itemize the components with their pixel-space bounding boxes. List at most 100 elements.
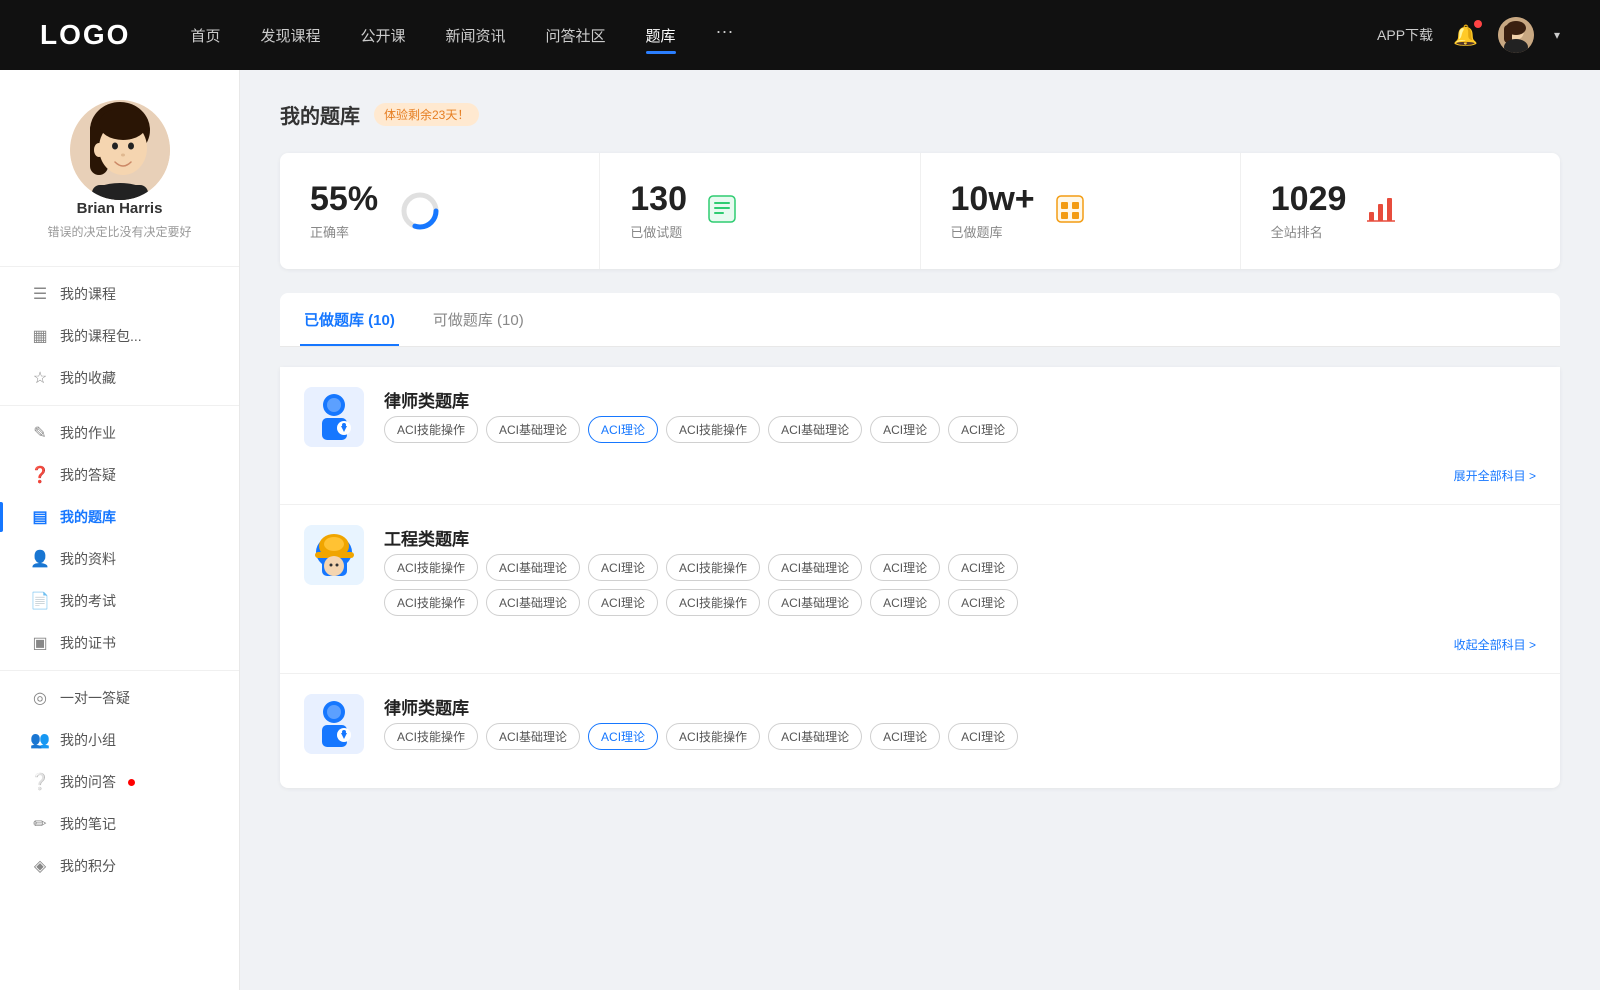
tag-5[interactable]: ACI理论 [870, 416, 940, 443]
sidebar-item-favorites[interactable]: ☆ 我的收藏 [0, 357, 239, 399]
sidebar: Brian Harris 错误的决定比没有决定要好 ☰ 我的课程 ▦ 我的课程包… [0, 70, 240, 990]
courses-icon: ☰ [30, 284, 50, 304]
page-header: 我的题库 体验剩余23天！ [280, 100, 1560, 129]
eng-tag-r2-5[interactable]: ACI理论 [870, 589, 940, 616]
sidebar-item-courses[interactable]: ☰ 我的课程 [0, 273, 239, 315]
qbank-section: 已做题库 (10) 可做题库 (10) [280, 293, 1560, 788]
nav-discover[interactable]: 发现课程 [260, 21, 320, 50]
eng-tag-0[interactable]: ACI技能操作 [384, 554, 478, 581]
tag-6[interactable]: ACI理论 [948, 416, 1018, 443]
eng-tag-1[interactable]: ACI基础理论 [486, 554, 580, 581]
sidebar-item-my-qa[interactable]: ❔ 我的问答 [0, 761, 239, 803]
eng-tag-r2-4[interactable]: ACI基础理论 [768, 589, 862, 616]
law2-tag-0[interactable]: ACI技能操作 [384, 723, 478, 750]
app-download-button[interactable]: APP下载 [1377, 25, 1433, 45]
notification-dot [1474, 20, 1482, 28]
sidebar-item-exam[interactable]: 📄 我的考试 [0, 580, 239, 622]
eng-tag-5[interactable]: ACI理论 [870, 554, 940, 581]
qbank-engineer-title: 工程类题库 [384, 525, 1536, 550]
eng-tag-r2-0[interactable]: ACI技能操作 [384, 589, 478, 616]
qbank-lawyer-1-tags: ACI技能操作 ACI基础理论 ACI理论 ACI技能操作 ACI基础理论 AC… [384, 416, 1536, 443]
eng-tag-6[interactable]: ACI理论 [948, 554, 1018, 581]
navbar: LOGO 首页 发现课程 公开课 新闻资讯 问答社区 题库 ··· APP下载 … [0, 0, 1600, 70]
nav-open-course[interactable]: 公开课 [360, 21, 405, 50]
eng-tag-r2-3[interactable]: ACI技能操作 [666, 589, 760, 616]
tab-done[interactable]: 已做题库 (10) [300, 293, 399, 346]
sidebar-item-course-pkg[interactable]: ▦ 我的课程包... [0, 315, 239, 357]
course-pkg-icon: ▦ [30, 326, 50, 346]
notification-bell[interactable]: 🔔 [1453, 23, 1478, 48]
sidebar-item-notes[interactable]: ✏ 我的笔记 [0, 803, 239, 845]
qa-red-dot [128, 779, 135, 786]
stat-done-qbanks-text: 10w+ 已做题库 [951, 181, 1035, 241]
sidebar-item-points[interactable]: ◈ 我的积分 [0, 845, 239, 887]
tag-3[interactable]: ACI技能操作 [666, 416, 760, 443]
qbank-expand-1[interactable]: 展开全部科目 > [304, 467, 1536, 484]
certificate-label: 我的证书 [60, 633, 116, 653]
nav-home[interactable]: 首页 [190, 21, 220, 50]
law2-tag-3[interactable]: ACI技能操作 [666, 723, 760, 750]
sidebar-item-1on1[interactable]: ◎ 一对一答疑 [0, 677, 239, 719]
qbank-engineer-tags-row2: ACI技能操作 ACI基础理论 ACI理论 ACI技能操作 ACI基础理论 AC… [384, 589, 1536, 616]
stat-rank: 1029 全站排名 [1241, 153, 1560, 269]
stat-done-questions-value: 130 [630, 181, 687, 218]
notes-label: 我的笔记 [60, 814, 116, 834]
qbank-engineer-tags-row1: ACI技能操作 ACI基础理论 ACI理论 ACI技能操作 ACI基础理论 AC… [384, 554, 1536, 581]
stat-done-qbanks: 10w+ 已做题库 [921, 153, 1241, 269]
law2-tag-1[interactable]: ACI基础理论 [486, 723, 580, 750]
stat-accuracy: 55% 正确率 [280, 153, 600, 269]
eng-tag-3[interactable]: ACI技能操作 [666, 554, 760, 581]
stat-done-questions-label: 已做试题 [630, 222, 687, 241]
qbank-lawyer-2-title: 律师类题库 [384, 694, 1536, 719]
tag-0[interactable]: ACI技能操作 [384, 416, 478, 443]
points-label: 我的积分 [60, 856, 116, 876]
stat-done-qbanks-value: 10w+ [951, 181, 1035, 218]
qbank-lawyer-1-title: 律师类题库 [384, 387, 1536, 412]
tabs-bar: 已做题库 (10) 可做题库 (10) [280, 293, 1560, 347]
sidebar-item-qbank[interactable]: ▤ 我的题库 [0, 496, 239, 538]
law2-tag-2-active[interactable]: ACI理论 [588, 723, 658, 750]
eng-tag-2[interactable]: ACI理论 [588, 554, 658, 581]
sidebar-item-homework[interactable]: ✎ 我的作业 [0, 412, 239, 454]
divider-3 [0, 670, 239, 671]
eng-tag-r2-2[interactable]: ACI理论 [588, 589, 658, 616]
sidebar-item-profile[interactable]: 👤 我的资料 [0, 538, 239, 580]
tag-2-active[interactable]: ACI理论 [588, 416, 658, 443]
logo: LOGO [40, 19, 130, 51]
law2-tag-5[interactable]: ACI理论 [870, 723, 940, 750]
1on1-icon: ◎ [30, 688, 50, 708]
qbank-card-engineer-header: 工程类题库 ACI技能操作 ACI基础理论 ACI理论 ACI技能操作 ACI基… [304, 525, 1536, 616]
tag-1[interactable]: ACI基础理论 [486, 416, 580, 443]
qbank-card-lawyer-2-header: 律师类题库 ACI技能操作 ACI基础理论 ACI理论 ACI技能操作 ACI基… [304, 694, 1536, 754]
stat-done-questions: 130 已做试题 [600, 153, 920, 269]
avatar[interactable] [1498, 17, 1534, 53]
nav-news[interactable]: 新闻资讯 [446, 21, 506, 50]
eng-tag-4[interactable]: ACI基础理论 [768, 554, 862, 581]
navbar-right: APP下载 🔔 ▾ [1377, 17, 1560, 53]
stat-rank-value: 1029 [1271, 181, 1347, 218]
lawyer-icon-wrap [304, 387, 364, 447]
qbank-icon: ▤ [30, 507, 50, 527]
sidebar-item-certificate[interactable]: ▣ 我的证书 [0, 622, 239, 664]
sidebar-item-group[interactable]: 👥 我的小组 [0, 719, 239, 761]
nav-qa[interactable]: 问答社区 [546, 21, 606, 50]
qbank-collapse-engineer[interactable]: 收起全部科目 > [304, 636, 1536, 653]
group-label: 我的小组 [60, 730, 116, 750]
avatar-dropdown-arrow[interactable]: ▾ [1554, 28, 1560, 42]
my-qa-label: 我的问答 [60, 772, 116, 792]
divider-1 [0, 266, 239, 267]
nav-more[interactable]: ··· [716, 21, 734, 50]
tab-available[interactable]: 可做题库 (10) [429, 293, 528, 346]
law2-tag-4[interactable]: ACI基础理论 [768, 723, 862, 750]
stat-done-qbanks-label: 已做题库 [951, 222, 1035, 241]
law2-tag-6[interactable]: ACI理论 [948, 723, 1018, 750]
eng-tag-r2-6[interactable]: ACI理论 [948, 589, 1018, 616]
tag-4[interactable]: ACI基础理论 [768, 416, 862, 443]
stat-accuracy-value: 55% [310, 181, 378, 218]
stat-rank-label: 全站排名 [1271, 222, 1347, 241]
sidebar-item-qa[interactable]: ❓ 我的答疑 [0, 454, 239, 496]
profile-label: 我的资料 [60, 549, 116, 569]
nav-qbank[interactable]: 题库 [646, 21, 676, 50]
eng-tag-r2-1[interactable]: ACI基础理论 [486, 589, 580, 616]
lawyer-2-icon-wrap [304, 694, 364, 754]
